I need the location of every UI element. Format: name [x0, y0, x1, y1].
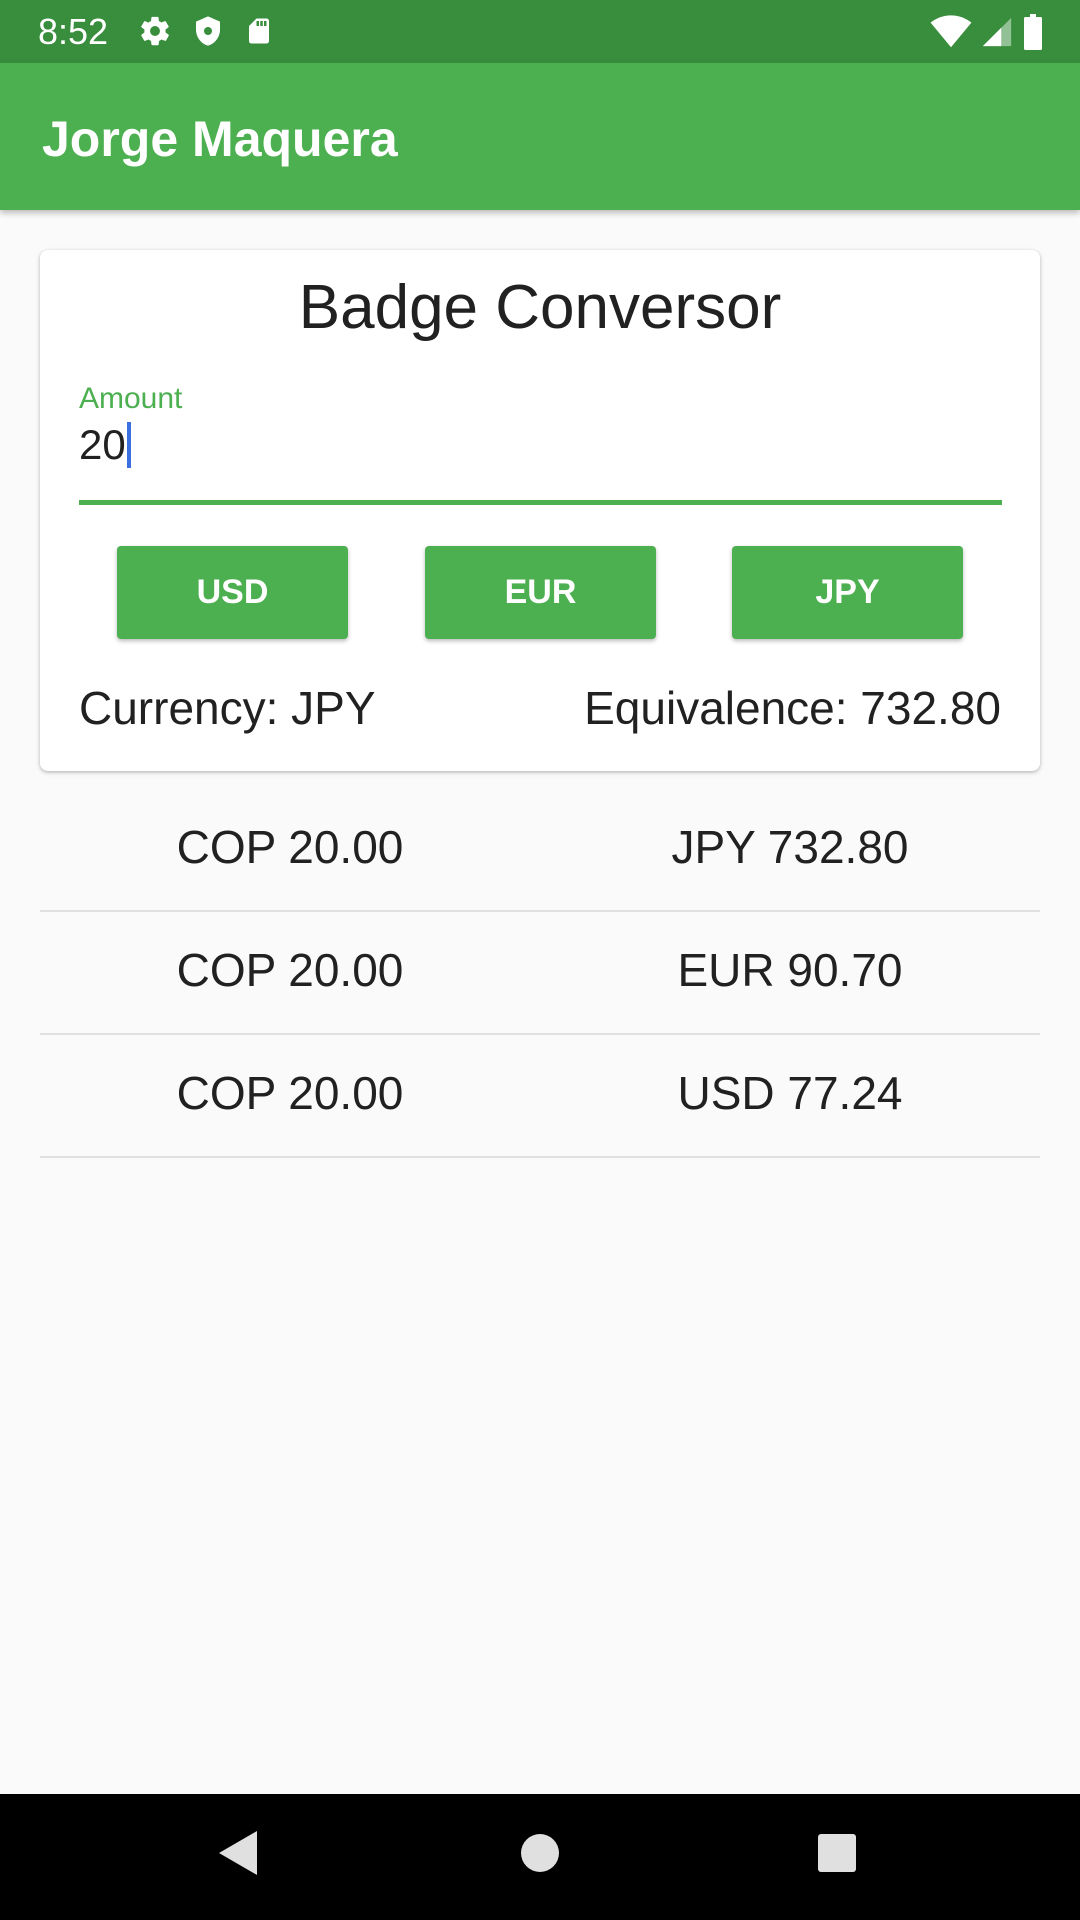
amount-underline — [79, 500, 1002, 505]
usd-button[interactable]: USD — [117, 546, 348, 639]
history-to: EUR 90.70 — [677, 944, 903, 996]
cellular-signal-icon — [980, 15, 1014, 49]
sd-card-icon — [244, 14, 274, 48]
app-title: Jorge Maquera — [42, 111, 398, 167]
wifi-icon — [930, 15, 972, 49]
history-from: COP 20.00 — [176, 944, 404, 996]
currency-text: Currency: JPY — [79, 682, 376, 734]
text-caret — [126, 421, 131, 468]
back-icon[interactable] — [215, 1827, 259, 1884]
card-title: Badge Conversor — [298, 273, 782, 342]
amount-value: 20 — [79, 421, 126, 468]
status-bar: 8:52 — [0, 0, 1080, 63]
converter-card: Badge Conversor Amount 20 USD EUR JPY Cu… — [40, 250, 1040, 771]
history-to: JPY 732.80 — [671, 821, 909, 873]
eur-button[interactable]: EUR — [425, 546, 656, 639]
battery-icon — [1022, 14, 1044, 50]
shield-icon — [192, 14, 224, 48]
list-item: COP 20.00 JPY 732.80 — [40, 789, 1040, 912]
recents-icon[interactable] — [815, 1827, 859, 1884]
status-time: 8:52 — [38, 11, 109, 52]
amount-input[interactable]: 20 — [79, 420, 919, 470]
list-item: COP 20.00 USD 77.24 — [40, 1035, 1040, 1158]
jpy-button[interactable]: JPY — [732, 546, 963, 639]
status-icons-right — [930, 14, 1044, 50]
history-to: USD 77.24 — [677, 1067, 903, 1119]
history-list: COP 20.00 JPY 732.80 COP 20.00 EUR 90.70… — [40, 789, 1040, 1158]
history-from: COP 20.00 — [176, 821, 404, 873]
equivalence-text: Equivalence: 732.80 — [584, 682, 1001, 734]
history-from: COP 20.00 — [176, 1067, 404, 1119]
amount-label: Amount — [79, 382, 183, 415]
list-item: COP 20.00 EUR 90.70 — [40, 912, 1040, 1035]
app-bar: Jorge Maquera — [0, 63, 1080, 210]
gear-icon — [138, 14, 172, 48]
navigation-bar — [0, 1794, 1080, 1920]
home-icon[interactable] — [518, 1827, 562, 1884]
status-icons-left — [138, 14, 274, 48]
